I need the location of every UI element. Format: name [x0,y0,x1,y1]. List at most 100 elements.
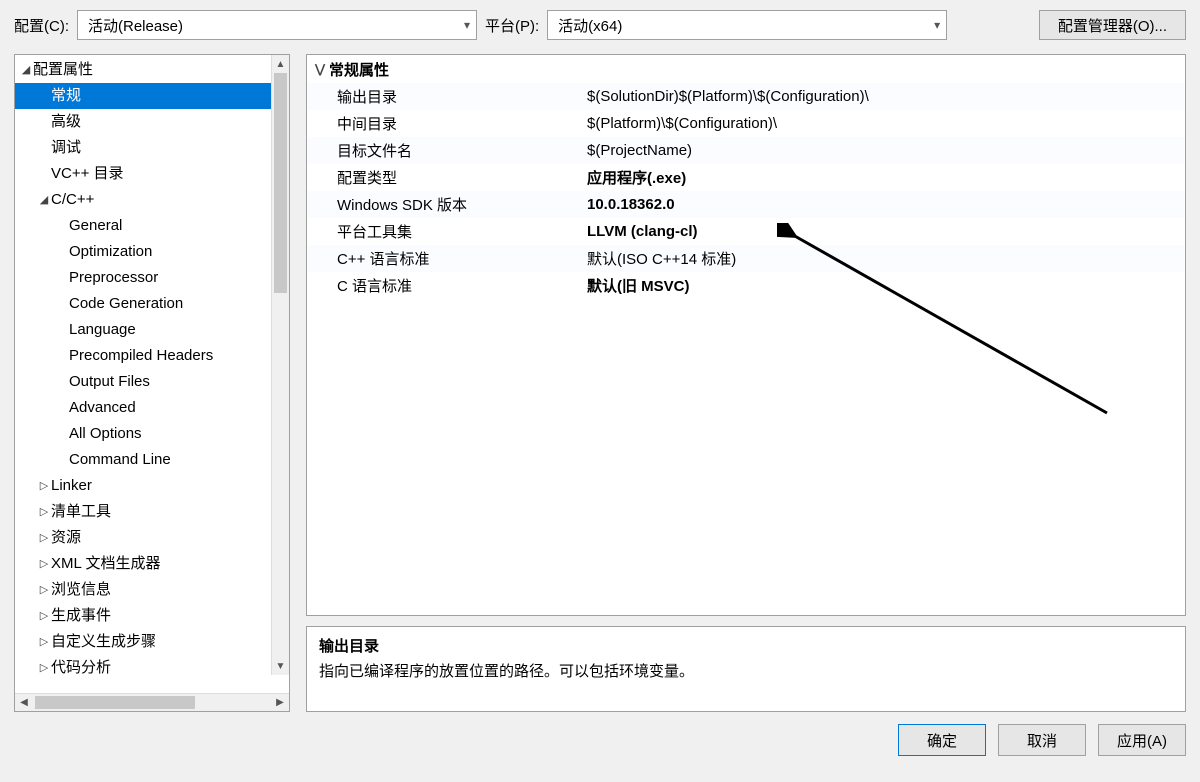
tree-item[interactable]: ◢配置属性 [15,57,289,83]
tree-item[interactable]: ▷代码分析 [15,655,289,681]
tree-expander-icon[interactable]: ▷ [37,655,51,681]
footer: 确定 取消 应用(A) [0,712,1200,768]
scroll-up-icon[interactable]: ▲ [272,55,289,73]
property-row[interactable]: Windows SDK 版本10.0.18362.0 [307,191,1185,218]
config-manager-button[interactable]: 配置管理器(O)... [1039,10,1186,40]
property-row[interactable]: 配置类型应用程序(.exe) [307,164,1185,191]
tree-vertical-scrollbar[interactable]: ▲ ▼ [271,55,289,675]
tree-item-label: Precompiled Headers [69,343,213,369]
property-name: Windows SDK 版本 [307,194,587,215]
tree-item[interactable]: ▷清单工具 [15,499,289,525]
tree-item[interactable]: ▷自定义生成步骤 [15,629,289,655]
tree-item-label: Language [69,317,136,343]
property-value: 10.0.18362.0 [587,196,1185,213]
tree-item[interactable]: Preprocessor [15,265,289,291]
tree-item-label: 浏览信息 [51,577,111,603]
config-manager-label: 配置管理器(O)... [1058,15,1167,36]
tree-item[interactable]: All Options [15,421,289,447]
property-name: 目标文件名 [307,140,587,161]
property-row[interactable]: 平台工具集LLVM (clang-cl) [307,218,1185,245]
tree-expander-icon[interactable]: ▷ [37,577,51,603]
tree-expander-icon[interactable]: ▷ [37,551,51,577]
tree-scroll: ◢配置属性常规高级调试VC++ 目录◢C/C++GeneralOptimizat… [15,55,289,693]
property-name: 平台工具集 [307,221,587,242]
chevron-down-icon: ▾ [464,18,470,32]
tree-item-label: XML 文档生成器 [51,551,160,577]
property-row[interactable]: 输出目录$(SolutionDir)$(Platform)\$(Configur… [307,83,1185,110]
tree-item[interactable]: General [15,213,289,239]
description-panel: 输出目录 指向已编译程序的放置位置的路径。可以包括环境变量。 [306,626,1186,712]
tree-item[interactable]: ◢C/C++ [15,187,289,213]
tree-item[interactable]: ▷生成事件 [15,603,289,629]
tree-item[interactable]: Output Files [15,369,289,395]
tree-item[interactable]: Command Line [15,447,289,473]
tree-item[interactable]: Code Generation [15,291,289,317]
tree-item-label: Linker [51,473,92,499]
tree-expander-icon[interactable]: ▷ [37,629,51,655]
tree-expander-icon[interactable]: ▷ [37,603,51,629]
config-select[interactable]: 活动(Release) ▾ [77,10,477,40]
property-row[interactable]: 中间目录$(Platform)\$(Configuration)\ [307,110,1185,137]
tree-item-label: 生成事件 [51,603,111,629]
tree-item[interactable]: 高级 [15,109,289,135]
description-body: 指向已编译程序的放置位置的路径。可以包括环境变量。 [319,660,1173,681]
tree-item-label: 高级 [51,109,81,135]
property-value: LLVM (clang-cl) [587,223,1185,240]
tree-item[interactable]: ▷浏览信息 [15,577,289,603]
config-select-value: 活动(Release) [88,15,183,36]
tree-horizontal-scrollbar[interactable]: ◀ ▶ [15,693,289,711]
chevron-down-icon: ▾ [934,18,940,32]
tree-item[interactable]: Language [15,317,289,343]
property-row[interactable]: 目标文件名$(ProjectName) [307,137,1185,164]
tree-expander-icon[interactable]: ▷ [37,473,51,499]
property-value: 应用程序(.exe) [587,167,1185,188]
tree-expander-icon[interactable]: ◢ [19,57,33,83]
property-value: 默认(旧 MSVC) [587,275,1185,296]
scroll-thumb[interactable] [274,73,287,293]
tree-item-label: General [69,213,122,239]
tree-item-label: 资源 [51,525,81,551]
description-title: 输出目录 [319,635,1173,656]
tree-item[interactable]: 常规 [15,83,289,109]
scroll-down-icon[interactable]: ▼ [272,657,289,675]
config-label: 配置(C): [14,15,69,36]
tree-item[interactable]: ▷Linker [15,473,289,499]
property-value: $(Platform)\$(Configuration)\ [587,115,1185,132]
top-bar: 配置(C): 活动(Release) ▾ 平台(P): 活动(x64) ▾ 配置… [0,0,1200,54]
tree-item-label: Advanced [69,395,136,421]
right-column: ⋁ 常规属性 输出目录$(SolutionDir)$(Platform)\$(C… [306,54,1186,712]
tree-item-label: All Options [69,421,142,447]
tree-expander-icon[interactable]: ◢ [37,187,51,213]
property-grid: ⋁ 常规属性 输出目录$(SolutionDir)$(Platform)\$(C… [306,54,1186,616]
platform-select-value: 活动(x64) [558,15,622,36]
property-name: 输出目录 [307,86,587,107]
tree-item[interactable]: ▷XML 文档生成器 [15,551,289,577]
cancel-button[interactable]: 取消 [998,724,1086,756]
scroll-right-icon[interactable]: ▶ [271,694,289,711]
tree-item[interactable]: VC++ 目录 [15,161,289,187]
platform-label: 平台(P): [485,15,539,36]
property-group-header[interactable]: ⋁ 常规属性 [307,55,1185,83]
tree: ◢配置属性常规高级调试VC++ 目录◢C/C++GeneralOptimizat… [15,55,289,683]
scroll-thumb[interactable] [35,696,195,709]
tree-expander-icon[interactable]: ▷ [37,525,51,551]
tree-item-label: 自定义生成步骤 [51,629,156,655]
tree-expander-icon[interactable]: ▷ [37,499,51,525]
tree-item-label: C/C++ [51,187,94,213]
tree-item[interactable]: Advanced [15,395,289,421]
tree-item[interactable]: Precompiled Headers [15,343,289,369]
tree-item[interactable]: ▷资源 [15,525,289,551]
tree-item-label: 代码分析 [51,655,111,681]
platform-select[interactable]: 活动(x64) ▾ [547,10,947,40]
tree-panel: ◢配置属性常规高级调试VC++ 目录◢C/C++GeneralOptimizat… [14,54,290,712]
property-row[interactable]: C 语言标准默认(旧 MSVC) [307,272,1185,299]
scroll-left-icon[interactable]: ◀ [15,694,33,711]
property-value: 默认(ISO C++14 标准) [587,248,1185,269]
apply-button[interactable]: 应用(A) [1098,724,1186,756]
ok-button[interactable]: 确定 [898,724,986,756]
property-name: C 语言标准 [307,275,587,296]
tree-item-label: Command Line [69,447,171,473]
tree-item[interactable]: Optimization [15,239,289,265]
tree-item[interactable]: 调试 [15,135,289,161]
property-row[interactable]: C++ 语言标准默认(ISO C++14 标准) [307,245,1185,272]
